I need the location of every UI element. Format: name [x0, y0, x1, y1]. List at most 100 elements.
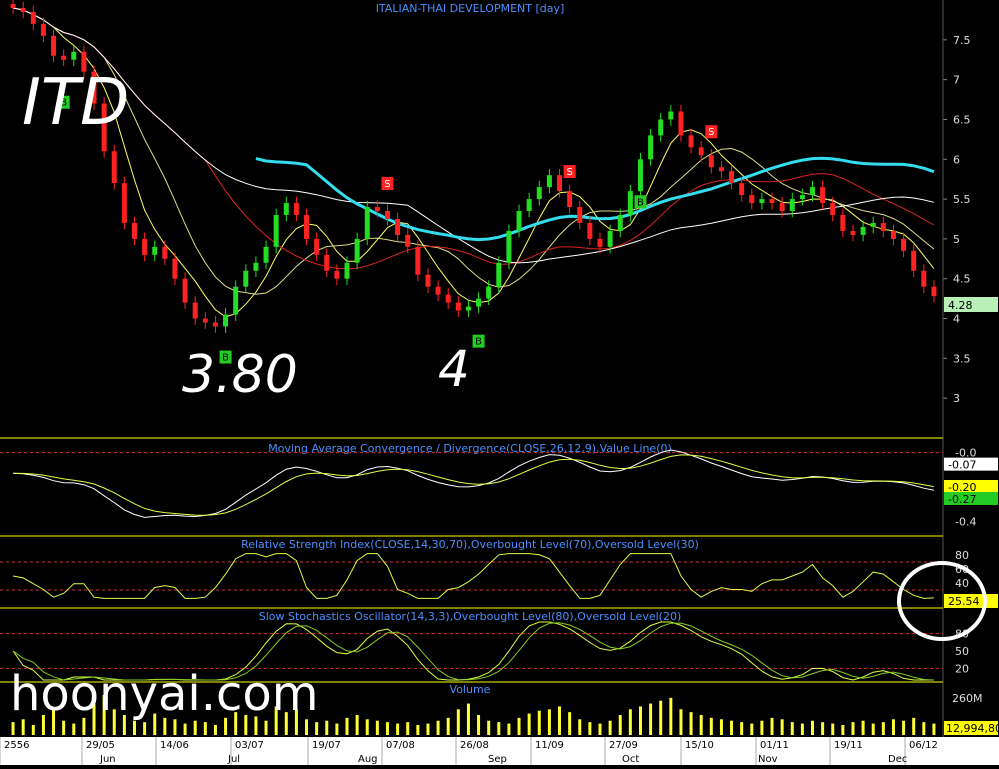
date-tick-label: 29/05	[86, 740, 115, 751]
volume-bar	[719, 719, 723, 735]
price-tick-label: 4.5	[953, 273, 971, 286]
stock-chart-window: ITALIAN-THAI DEVELOPMENT [day] 7.5 7 6.5 6 5…	[0, 0, 999, 765]
date-tick-label: 03/07	[235, 740, 264, 751]
volume-bar	[800, 723, 804, 735]
candle-body	[405, 234, 411, 247]
candle-body	[425, 274, 431, 287]
candle-body	[445, 294, 451, 303]
candle-body	[739, 183, 745, 196]
price-tick-label: 5	[953, 233, 960, 246]
signal-label: S	[384, 179, 390, 190]
volume-bar	[891, 719, 895, 735]
candle-body	[131, 222, 137, 239]
candle-body	[516, 211, 522, 231]
candle-body	[617, 215, 623, 231]
candle-body	[263, 246, 269, 263]
price-tick-label: 6.5	[953, 113, 971, 126]
volume-bar	[497, 722, 501, 735]
candle-body	[810, 187, 816, 196]
date-tick-label: 27/09	[609, 740, 638, 751]
volume-bar	[466, 703, 470, 735]
volume-bar	[72, 723, 76, 735]
date-tick-label: 07/08	[386, 740, 415, 751]
candle-body	[233, 286, 239, 315]
candle-body	[496, 262, 502, 287]
watermark-text: hoonyai.com	[10, 666, 319, 722]
candle-body	[395, 218, 401, 235]
candle-body	[799, 195, 805, 200]
rsi-tick-label: 80	[955, 549, 969, 562]
volume-bar	[871, 723, 875, 735]
date-tick-label: 14/06	[160, 740, 189, 751]
candle-body	[678, 111, 684, 136]
candle-body	[334, 270, 340, 279]
candle-body	[688, 135, 694, 148]
volume-bar	[568, 712, 572, 735]
candle-body	[415, 246, 421, 275]
candle-body	[455, 302, 461, 311]
candle-body	[607, 230, 613, 247]
volume-bar	[638, 706, 642, 735]
price-tick-label: 4	[953, 313, 960, 326]
date-tick-label: 19/07	[312, 740, 341, 751]
volume-bar	[932, 723, 936, 735]
volume-bar	[406, 722, 410, 735]
volume-bar	[416, 725, 420, 735]
volume-bar	[922, 722, 926, 735]
volume-bar	[547, 709, 551, 735]
candle-body	[121, 183, 127, 223]
candle-body	[476, 298, 482, 307]
candle-body	[870, 222, 876, 227]
candle-body	[769, 199, 775, 204]
candle-body	[830, 203, 836, 216]
volume-bar	[132, 720, 136, 735]
candle-body	[20, 7, 26, 12]
volume-bar	[689, 712, 693, 735]
signal-label: B	[637, 197, 644, 208]
rsi-title: Relative Strength Index(CLOSE,14,30,70),…	[241, 538, 699, 551]
candle-body	[283, 203, 289, 216]
price-tick-label: 7	[953, 74, 960, 87]
candle-body	[526, 199, 532, 212]
volume-bar	[780, 719, 784, 735]
candle-body	[152, 246, 158, 255]
candle-body	[627, 191, 633, 216]
candle-body	[931, 286, 937, 297]
macd-tick-label: -0.4	[955, 515, 976, 528]
volume-bar	[325, 720, 329, 735]
date-tick-label: 26/08	[460, 740, 489, 751]
volume-bar	[537, 710, 541, 735]
volume-bar	[912, 717, 916, 735]
candle-body	[162, 246, 168, 259]
price-tick-label: 7.5	[953, 34, 971, 47]
candle-body	[344, 262, 350, 279]
candle-body	[648, 135, 654, 160]
chart-title: ITALIAN-THAI DEVELOPMENT [day]	[376, 2, 565, 15]
rsi-value-label: 25.54	[948, 595, 980, 608]
candle-body	[840, 215, 846, 231]
month-tick-label: Jul	[227, 754, 240, 765]
candle-body	[921, 270, 927, 287]
price-tick-label: 6	[953, 153, 960, 166]
candle-body	[637, 159, 643, 192]
volume-bar	[699, 715, 703, 735]
candle-body	[658, 119, 664, 136]
candle-body	[911, 250, 917, 271]
candle-body	[820, 187, 826, 204]
candle-body	[759, 199, 765, 204]
candle-body	[172, 258, 178, 279]
volume-bar	[598, 723, 602, 735]
candle-body	[243, 270, 249, 287]
volume-bar	[861, 720, 865, 735]
candle-body	[304, 215, 310, 239]
candle-body	[880, 222, 886, 231]
candle-body	[142, 238, 148, 255]
signal-label: B	[475, 337, 482, 348]
volume-bar	[618, 715, 622, 735]
candle-body	[71, 51, 77, 60]
volume-bar	[426, 723, 430, 735]
date-tick-label: 06/12	[909, 740, 938, 751]
candle-body	[718, 167, 724, 172]
volume-bar	[628, 709, 632, 735]
candle-body	[486, 286, 492, 299]
